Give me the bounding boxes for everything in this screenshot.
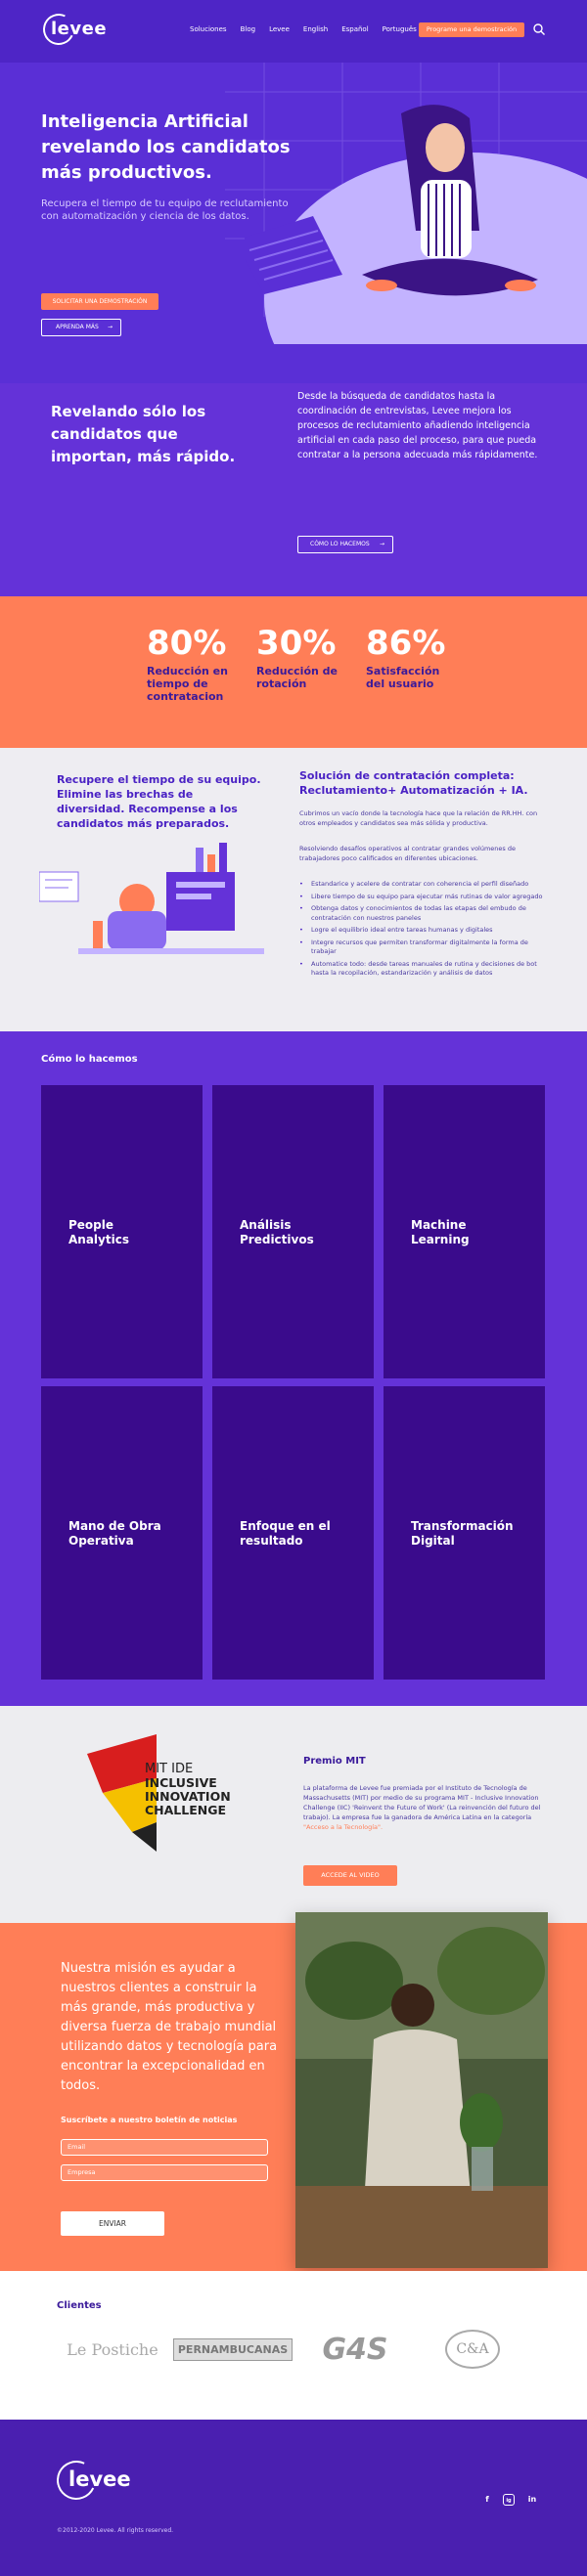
nav-item-soluciones[interactable]: Soluciones	[190, 25, 227, 33]
solution-paragraph: Resolviendo desafíos operativos al contr…	[299, 845, 516, 862]
mit-text-highlight: "Acceso a la Tecnología".	[303, 1823, 384, 1831]
how-we-do-it-button[interactable]: CÓMO LO HACEMOS →	[297, 536, 393, 553]
client-name: C&A	[445, 2330, 500, 2369]
company-field[interactable]: Empresa	[61, 2164, 268, 2181]
stat-value: 30%	[256, 624, 337, 663]
client-logo-le-postiche: Le Postiche	[59, 2330, 166, 2369]
search-icon[interactable]	[532, 22, 546, 36]
newsletter-label: Suscríbete a nuestro boletín de noticias	[61, 2116, 238, 2124]
card-label: Mano de Obra Operativa	[68, 1519, 161, 1548]
nav-item-espanol[interactable]: Español	[341, 25, 368, 33]
stat-label: Reducción en tiempo de contratacion	[147, 665, 228, 703]
team-analytics-illustration	[39, 843, 264, 954]
card-label: People Analytics	[68, 1218, 129, 1246]
card-people-analytics[interactable]: People Analytics	[41, 1085, 203, 1378]
card-label: Enfoque en el resultado	[240, 1519, 331, 1548]
list-item: Integre recursos que permiten transforma…	[299, 939, 544, 957]
learn-more-label: APRENDA MÁS	[56, 324, 99, 330]
client-name: Le Postiche	[67, 2339, 158, 2359]
client-logo-c-and-a: C&A	[438, 2330, 507, 2369]
mit-logo-line: MIT IDE	[145, 1762, 194, 1776]
page: levee Soluciones Blog Levee English Espa…	[0, 0, 587, 2576]
demo-button[interactable]: Programe una demostración	[419, 22, 524, 37]
mit-logo-line: INNOVATION	[145, 1789, 231, 1804]
mit-logo-line: CHALLENGE	[145, 1803, 227, 1817]
instagram-icon[interactable]: ig	[503, 2494, 515, 2506]
nav-item-english[interactable]: English	[303, 25, 328, 33]
request-demo-button[interactable]: SOLICITAR UNA DEMOSTRACIÓN	[41, 293, 158, 310]
stat-block: 86% Satisfacción del usuario	[366, 626, 454, 690]
solution-left-text: Recupere el tiempo de su equipo. Elimine…	[57, 773, 261, 830]
stat-block: 80% Reducción en tiempo de contratacion	[147, 626, 235, 703]
card-digital-transformation[interactable]: Transformación Digital	[384, 1386, 545, 1680]
card-predictive-analytics[interactable]: Análisis Predictivos	[212, 1085, 374, 1378]
arrow-right-icon: →	[379, 541, 384, 547]
client-logo-pernambucanas: PERNAMBUCANAS	[172, 2330, 294, 2369]
arrow-right-icon: →	[107, 324, 113, 330]
list-item: Estandarice y acelere de contratar con c…	[299, 880, 544, 890]
clients-title: Clientes	[57, 2300, 102, 2311]
list-item: Libere tiempo de su equipo para ejecutar…	[299, 893, 544, 902]
how-title: Cómo lo hacemos	[41, 1054, 138, 1065]
main-nav: Soluciones Blog Levee English Español Po…	[190, 25, 417, 33]
list-item: Logre el equilibrio ideal entre tareas h…	[299, 926, 544, 936]
footer-logo-text[interactable]: levee	[68, 2467, 131, 2491]
mit-logo-wordmark: MIT IDE INCLUSIVE INNOVATION CHALLENGE	[145, 1763, 262, 1817]
card-operative-workforce[interactable]: Mano de Obra Operativa	[41, 1386, 203, 1680]
card-results-focus[interactable]: Enfoque en el resultado	[212, 1386, 374, 1680]
email-field[interactable]: Email	[61, 2139, 268, 2156]
client-name: PERNAMBUCANAS	[172, 2337, 294, 2361]
how-we-do-it-label: CÓMO LO HACEMOS	[310, 541, 370, 547]
nav-item-portugues[interactable]: Português	[383, 25, 417, 33]
stat-value: 80%	[147, 624, 227, 663]
learn-more-button[interactable]: APRENDA MÁS →	[41, 319, 121, 336]
logo-text: levee	[51, 19, 108, 39]
list-item: Automatice todo: desde tareas manuales d…	[299, 960, 544, 979]
client-name: G4S	[322, 2332, 388, 2367]
watch-video-button[interactable]: ACCEDE AL VIDEO	[303, 1865, 397, 1886]
reveal-text: Desde la búsqueda de candidatos hasta la…	[297, 391, 538, 460]
stat-value: 86%	[366, 624, 446, 663]
stat-label: Reducción de rotación	[256, 665, 338, 690]
stat-label: Satisfacción del usuario	[366, 665, 440, 690]
solution-bullet-list: Estandarice y acelere de contratar con c…	[299, 880, 544, 982]
linkedin-icon[interactable]: in	[526, 2494, 538, 2506]
meditating-woman-illustration	[245, 105, 587, 383]
solution-paragraph: Cubrimos un vacío donde la tecnología ha…	[299, 809, 538, 827]
card-label: Análisis Predictivos	[240, 1218, 314, 1246]
copyright-text: ©2012-2020 Levee. All rights reserved.	[57, 2527, 174, 2534]
mission-text: Nuestra misión es ayudar a nuestros clie…	[61, 1961, 278, 2093]
reveal-title: Revelando sólo los candidatos que import…	[51, 403, 236, 465]
solution-title: Solución de contratación completa: Reclu…	[299, 769, 528, 797]
mit-title: Premio MIT	[303, 1756, 366, 1767]
send-button[interactable]: ENVIAR	[61, 2211, 164, 2236]
mit-text-body: La plataforma de Levee fue premiada por …	[303, 1784, 541, 1821]
mit-logo-line: INCLUSIVE	[145, 1775, 217, 1790]
worker-photo	[295, 1912, 548, 2268]
client-logo-g4s: G4S	[311, 2330, 399, 2369]
facebook-icon[interactable]: f	[481, 2494, 493, 2506]
stat-block: 30% Reducción de rotación	[256, 626, 344, 690]
card-label: Machine Learning	[411, 1218, 470, 1246]
mit-text: La plataforma de Levee fue premiada por …	[303, 1783, 546, 1832]
nav-item-levee[interactable]: Levee	[269, 25, 290, 33]
nav-item-blog[interactable]: Blog	[241, 25, 255, 33]
footer	[0, 2420, 587, 2576]
card-label: Transformación Digital	[411, 1519, 514, 1548]
card-machine-learning[interactable]: Machine Learning	[384, 1085, 545, 1378]
list-item: Obtenga datos y conocimientos de todas l…	[299, 904, 544, 923]
